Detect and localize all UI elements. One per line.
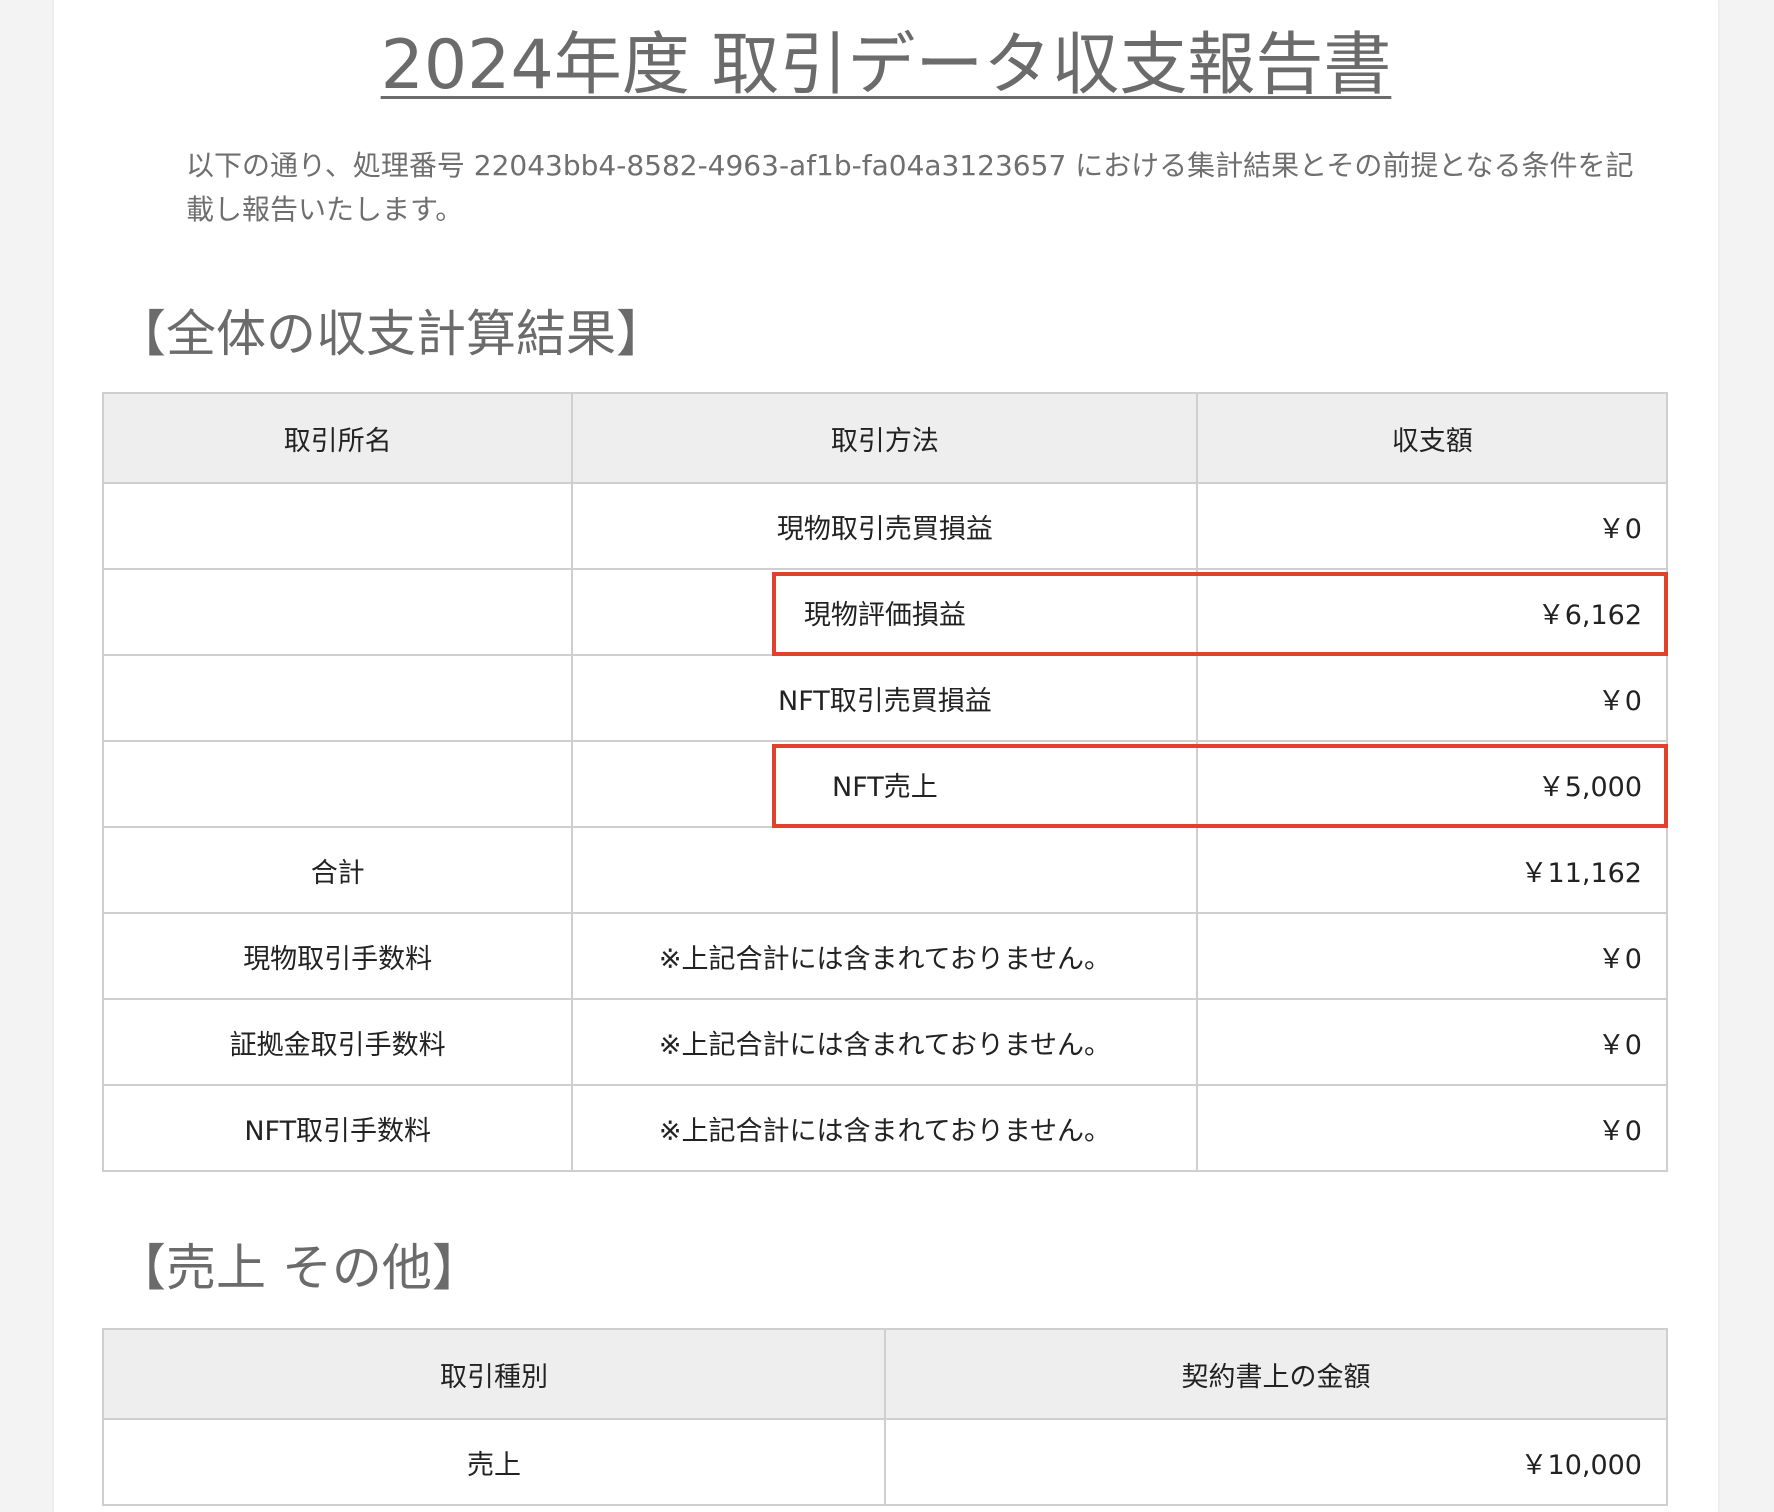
section-heading-overall: 【全体の収支計算結果】: [116, 305, 666, 363]
table-header-row: 取引所名 取引方法 収支額: [101, 392, 1668, 484]
table-row: NFT取引売買損益 ￥0: [101, 654, 1668, 742]
table-row: NFT取引手数料 ※上記合計には含まれておりません。 ￥0: [101, 1084, 1668, 1172]
header-type: 取引種別: [102, 1328, 886, 1420]
overall-results-table: 取引所名 取引方法 収支額 現物取引売買損益 ￥0 現物評価損益 ￥6,162 …: [101, 392, 1668, 1172]
header-exchange: 取引所名: [101, 392, 574, 484]
report-page: 2024年度 取引データ収支報告書 以下の通り、処理番号 22043bb4-85…: [54, 0, 1718, 1512]
cell-amount: ￥0: [1196, 654, 1668, 742]
cell-method: NFT取引売買損益: [571, 654, 1199, 742]
report-title: 2024年度 取引データ収支報告書: [380, 26, 1392, 105]
table-row: 証拠金取引手数料 ※上記合計には含まれておりません。 ￥0: [101, 998, 1668, 1086]
sales-other-table: 取引種別 契約書上の金額 売上 ￥10,000: [102, 1328, 1669, 1506]
intro-text: 以下の通り、処理番号 22043bb4-8582-4963-af1b-fa04a…: [186, 149, 1634, 226]
cell-exchange: [101, 654, 574, 742]
cell-method: ※上記合計には含まれておりません。: [571, 912, 1199, 1000]
cell-exchange: NFT取引手数料: [101, 1084, 574, 1172]
cell-method: 現物取引売買損益: [571, 482, 1199, 570]
table-row: 現物評価損益 ￥6,162: [101, 568, 1668, 656]
cell-amount: ￥10,000: [883, 1418, 1669, 1506]
cell-type: 売上: [102, 1418, 886, 1506]
cell-method: ※上記合計には含まれておりません。: [571, 998, 1199, 1086]
table-row: 現物取引売買損益 ￥0: [101, 482, 1668, 570]
table-row-total: 合計 ￥11,162: [101, 826, 1668, 914]
cell-exchange: 現物取引手数料: [101, 912, 574, 1000]
cell-amount: ￥0: [1196, 998, 1668, 1086]
cell-method: [571, 826, 1199, 914]
header-method: 取引方法: [571, 392, 1199, 484]
cell-amount: ￥0: [1196, 912, 1668, 1000]
cell-amount: ￥6,162: [1196, 568, 1668, 656]
cell-exchange: 合計: [101, 826, 574, 914]
cell-method: NFT売上: [571, 740, 1199, 828]
table-row: NFT売上 ￥5,000: [101, 740, 1668, 828]
table-header-row: 取引種別 契約書上の金額: [102, 1328, 1669, 1420]
cell-exchange: [101, 568, 574, 656]
header-amount: 収支額: [1196, 392, 1668, 484]
cell-method: ※上記合計には含まれておりません。: [571, 1084, 1199, 1172]
cell-method: 現物評価損益: [571, 568, 1199, 656]
cell-amount: ￥0: [1196, 1084, 1668, 1172]
table-row: 売上 ￥10,000: [102, 1418, 1669, 1506]
section-heading-sales: 【売上 その他】: [116, 1239, 482, 1297]
header-contract-amount: 契約書上の金額: [883, 1328, 1669, 1420]
cell-amount: ￥5,000: [1196, 740, 1668, 828]
cell-amount: ￥0: [1196, 482, 1668, 570]
cell-exchange: [101, 482, 574, 570]
cell-exchange: [101, 740, 574, 828]
cell-exchange: 証拠金取引手数料: [101, 998, 574, 1086]
cell-amount: ￥11,162: [1196, 826, 1668, 914]
table-row: 現物取引手数料 ※上記合計には含まれておりません。 ￥0: [101, 912, 1668, 1000]
